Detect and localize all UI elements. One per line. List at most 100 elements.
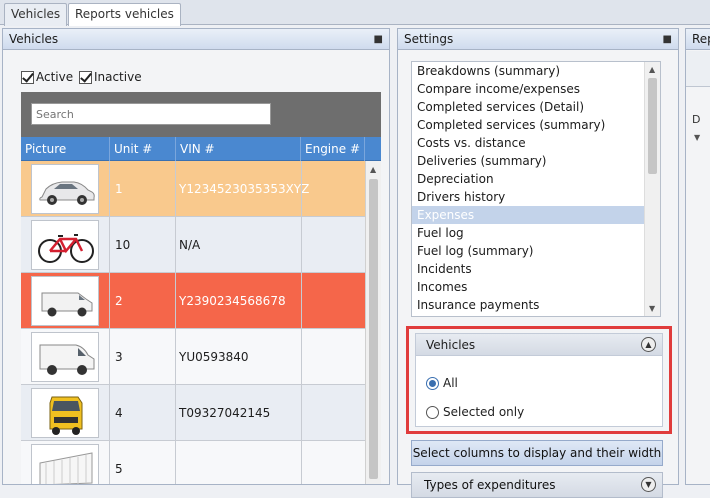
list-item[interactable]: Compare income/expenses <box>412 80 644 98</box>
panel-title: Repo <box>692 32 710 46</box>
van-icon <box>31 276 99 326</box>
cell-divider <box>175 217 176 273</box>
vehicles-grid: Picture Unit # VIN # Engine # 1 <box>21 92 381 484</box>
vehicles-panel-header: Vehicles ■ <box>3 29 389 50</box>
unit-cell: 10 <box>115 238 131 252</box>
cell-divider <box>301 385 302 441</box>
list-item[interactable]: Insurance payments <box>412 296 644 314</box>
report-column-label: D <box>692 113 701 126</box>
list-item[interactable]: Depreciation <box>412 170 644 188</box>
unit-cell: 2 <box>115 294 123 308</box>
list-item[interactable]: Completed services (summary) <box>412 116 644 134</box>
list-item[interactable]: Incidents <box>412 260 644 278</box>
group-title: Types of expenditures <box>424 478 556 492</box>
expenditures-group-header[interactable]: Types of expenditures ▼ <box>411 472 663 498</box>
tab-vehicles[interactable]: Vehicles <box>4 3 68 26</box>
table-row[interactable]: 4 T09327042145 <box>21 385 365 441</box>
column-engine[interactable]: Engine # <box>301 137 365 161</box>
radio-label: Selected only <box>443 405 525 419</box>
cell-divider <box>175 385 176 441</box>
inactive-label: Inactive <box>93 69 142 84</box>
trailer-icon <box>31 444 99 484</box>
cell-divider <box>109 385 110 441</box>
cell-divider <box>301 329 302 385</box>
tab-reports-vehicles[interactable]: Reports vehicles <box>68 3 181 26</box>
table-row[interactable]: 10 N/A <box>21 217 365 273</box>
truck-icon <box>31 388 99 438</box>
cell-divider <box>175 441 176 484</box>
inactive-checkbox[interactable]: Inactive <box>78 69 142 84</box>
scroll-up-icon[interactable]: ▲ <box>649 65 655 74</box>
scrollbar-thumb[interactable] <box>369 179 378 479</box>
settings-panel: Settings ■ Breakdowns (summary) Compare … <box>397 28 679 498</box>
scroll-down-icon[interactable]: ▼ <box>649 304 655 313</box>
cell-divider <box>109 273 110 329</box>
panel-title: Vehicles <box>9 32 59 46</box>
list-item[interactable]: Drivers history <box>412 188 644 206</box>
van-icon <box>31 332 99 382</box>
column-picture[interactable]: Picture <box>21 137 110 161</box>
list-item[interactable]: Incomes <box>412 278 644 296</box>
report-panel-header: Repo <box>686 29 710 50</box>
list-item[interactable]: Completed services (Detail) <box>412 98 644 116</box>
tab-label: Reports vehicles <box>75 7 174 21</box>
table-row[interactable]: 2 Y2390234568678 <box>21 273 365 329</box>
table-row[interactable]: 3 YU0593840 <box>21 329 365 385</box>
list-item-selected[interactable]: Expenses <box>412 206 644 224</box>
radio-selected-icon <box>426 377 439 390</box>
grid-column-header: Picture Unit # VIN # Engine # <box>21 137 381 161</box>
active-label: Active <box>36 69 74 84</box>
bicycle-icon <box>31 220 99 270</box>
vin-cell: T09327042145 <box>179 406 271 420</box>
vehicle-filters: Active Inactive <box>21 69 142 84</box>
pin-icon[interactable]: ■ <box>374 30 383 50</box>
cell-divider <box>301 161 302 217</box>
cell-divider <box>175 273 176 329</box>
checkbox-mark-icon <box>21 70 34 84</box>
radio-label: All <box>443 376 458 390</box>
active-checkbox[interactable]: Active <box>21 70 73 84</box>
tab-label: Vehicles <box>11 7 61 21</box>
list-item[interactable]: Fuel log (summary) <box>412 242 644 260</box>
list-item[interactable]: Fuel log <box>412 224 644 242</box>
list-item[interactable]: Deliveries (summary) <box>412 152 644 170</box>
vehicles-group-header[interactable]: Vehicles ▲ <box>416 334 662 356</box>
cell-divider <box>109 329 110 385</box>
report-list-scrollbar[interactable]: ▲ ▼ <box>644 62 660 316</box>
scrollbar-thumb[interactable] <box>648 78 657 174</box>
list-item[interactable]: Costs vs. distance <box>412 134 644 152</box>
cell-divider <box>175 329 176 385</box>
cell-divider <box>175 161 176 217</box>
vehicles-panel: Vehicles ■ Active Inactive Picture Unit … <box>2 28 390 485</box>
list-item[interactable]: Breakdowns (summary) <box>412 62 644 80</box>
car-icon <box>31 164 99 214</box>
pin-icon[interactable]: ■ <box>663 30 672 50</box>
table-row[interactable]: 1 Y1234523035353XYZ <box>21 161 365 217</box>
radio-selected-only[interactable]: Selected only <box>426 403 524 421</box>
vehicles-options-highlight: Vehicles ▲ All Selected only <box>406 326 672 434</box>
column-unit[interactable]: Unit # <box>110 137 176 161</box>
table-row[interactable]: 5 <box>21 441 365 484</box>
search-input[interactable] <box>31 103 271 125</box>
group-title: Vehicles <box>426 338 476 352</box>
vin-cell: N/A <box>179 238 201 252</box>
expand-arrow-icon[interactable]: ▼ <box>694 133 700 142</box>
vehicles-options-group: Vehicles ▲ All Selected only <box>415 333 663 427</box>
scroll-up-icon[interactable]: ▲ <box>370 165 376 174</box>
grid-scrollbar[interactable]: ▲ <box>365 161 381 484</box>
report-toolbar <box>686 51 710 87</box>
cell-divider <box>301 217 302 273</box>
radio-all[interactable]: All <box>426 374 458 392</box>
unit-cell: 3 <box>115 350 123 364</box>
column-vin[interactable]: VIN # <box>176 137 301 161</box>
radio-unselected-icon <box>426 406 439 419</box>
collapse-up-icon[interactable]: ▲ <box>641 337 656 352</box>
checkbox-mark-icon <box>78 70 92 84</box>
settings-panel-header: Settings ■ <box>398 29 678 50</box>
cell-divider <box>109 161 110 217</box>
panel-title: Settings <box>404 32 454 46</box>
vin-cell: Y2390234568678 <box>179 294 286 308</box>
select-columns-button[interactable]: Select columns to display and their widt… <box>411 440 663 466</box>
report-panel: Repo D ▼ <box>685 28 710 485</box>
document-tabs: Vehicles Reports vehicles <box>0 0 710 26</box>
